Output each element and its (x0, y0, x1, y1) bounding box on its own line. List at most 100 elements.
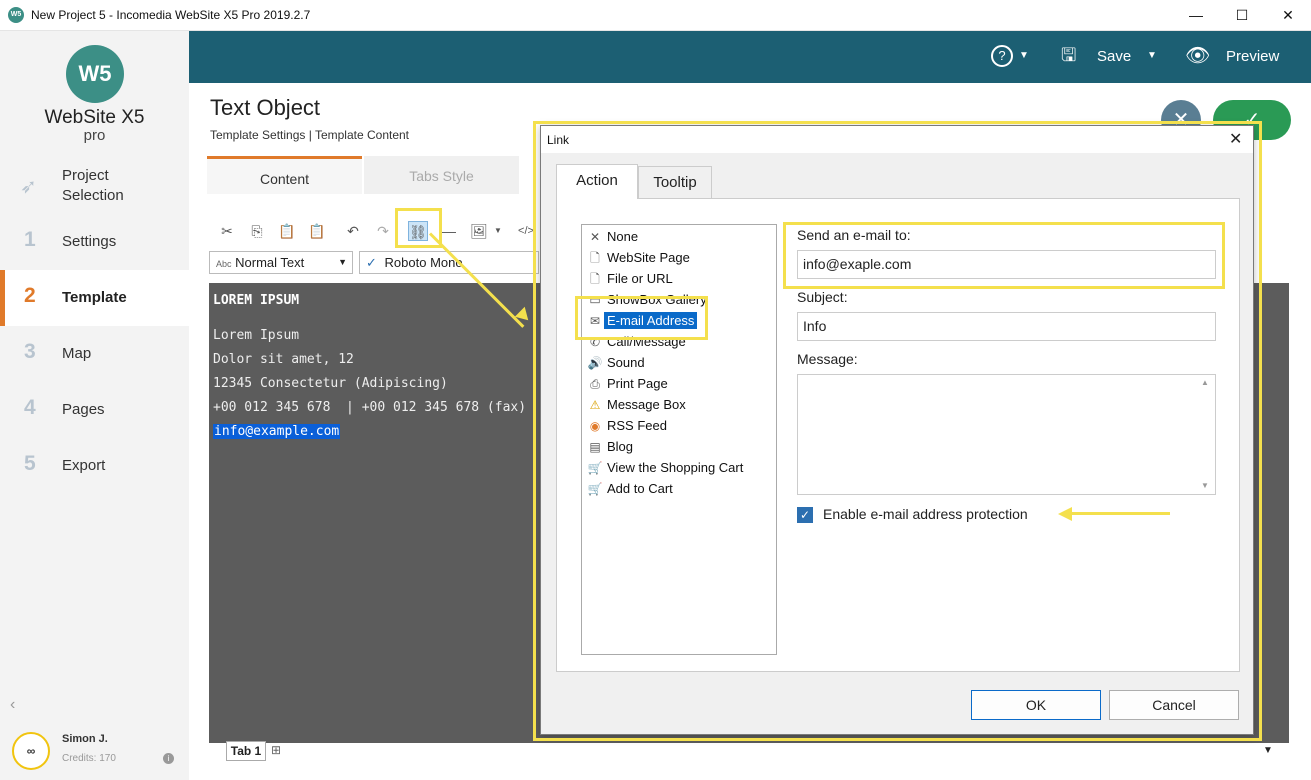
gallery-icon: ▭ (589, 293, 601, 307)
list-item[interactable]: ▤ Blog (586, 437, 636, 457)
user-credits: Credits: 170 (62, 753, 116, 764)
tab-tabs-style[interactable]: Tabs Style (364, 156, 519, 194)
tab-content[interactable]: Content (207, 156, 362, 194)
window-titlebar: W5 New Project 5 - Incomedia WebSite X5 … (0, 0, 1311, 31)
logo-subtext: pro (83, 127, 106, 144)
copy-icon[interactable]: ⎘ (247, 221, 267, 241)
editor-line: Dolor sit amet, 12 (213, 352, 354, 367)
scroll-up-icon[interactable]: ▲ (1201, 378, 1209, 387)
warning-icon: ⚠ (589, 398, 601, 412)
tab-tooltip[interactable]: Tooltip (638, 166, 712, 198)
add-tab-icon[interactable]: ⊞ (271, 743, 281, 757)
preview-button[interactable]: Preview (1226, 48, 1279, 65)
tab-1[interactable]: Tab 1 (226, 741, 266, 761)
undo-icon[interactable]: ↶ (343, 221, 363, 241)
help-icon[interactable]: ? (991, 45, 1013, 67)
save-icon[interactable]: 🖫 (1061, 43, 1076, 73)
sidebar: W5 WebSite X5 pro ➶ Project Selection 1 … (0, 31, 189, 780)
image-icon[interactable]: 🖼 (469, 221, 489, 241)
maximize-button[interactable]: ☐ (1219, 0, 1265, 31)
sidebar-item-export[interactable]: 5 Export (0, 438, 189, 494)
list-item[interactable]: ▭ ShowBox Gallery (586, 290, 710, 310)
dialog-titlebar: Link ✕ (541, 126, 1253, 153)
list-item-label: WebSite Page (607, 250, 690, 265)
send-to-label: Send an e-mail to: (797, 227, 911, 243)
list-item-label: Print Page (607, 376, 668, 391)
subject-label: Subject: (797, 289, 848, 305)
list-item[interactable]: ◉ RSS Feed (586, 416, 670, 436)
top-toolbar: ? ▼ 🖫 Save ▼ 👁 Preview (189, 31, 1311, 83)
file-icon: 🗋 (590, 272, 600, 286)
collapse-sidebar-icon[interactable]: ‹ (10, 696, 15, 714)
help-dropdown-icon[interactable]: ▼ (1019, 50, 1029, 61)
message-field[interactable]: ▲ ▼ (797, 374, 1216, 495)
email-field[interactable]: info@exaple.com (797, 250, 1216, 279)
logo-text: WebSite X5 (44, 107, 145, 128)
link-dialog: Link ✕ Action Tooltip ✕ None 🗋 WebSite Pag… (540, 125, 1254, 735)
link-icon[interactable]: ⛓ (408, 221, 428, 241)
email-protection-checkbox[interactable]: ✓ (797, 507, 813, 523)
email-protection-label: Enable e-mail address protection (823, 506, 1028, 522)
rss-icon: ◉ (589, 419, 601, 433)
list-item-label: Blog (607, 439, 634, 454)
sidebar-item-label: Template (62, 289, 127, 306)
editor-line: +00 012 345 678 | +00 012 345 678 (fax) (213, 400, 527, 415)
sidebar-item-settings[interactable]: 1 Settings (0, 214, 189, 270)
save-dropdown-icon[interactable]: ▼ (1147, 50, 1157, 61)
scroll-down-icon[interactable]: ▼ (1201, 481, 1209, 490)
add-to-cart-icon: 🛒 (587, 482, 603, 496)
paste-icon[interactable]: 📋 (277, 221, 297, 241)
step-number: 4 (24, 396, 36, 419)
sidebar-item-pages[interactable]: 4 Pages (0, 382, 189, 438)
subject-field[interactable]: Info (797, 312, 1216, 341)
horizontal-line-icon[interactable]: — (439, 221, 459, 241)
close-icon[interactable]: ✕ (1229, 129, 1242, 149)
ok-button[interactable]: OK (971, 690, 1101, 720)
sidebar-item-template[interactable]: 2 Template (0, 270, 189, 326)
code-icon[interactable]: </> (516, 221, 536, 241)
avatar[interactable]: ∞ (12, 732, 50, 770)
breadcrumb[interactable]: Template Settings | Template Content (210, 128, 409, 142)
cart-icon: 🛒 (587, 461, 603, 475)
app-icon: W5 (8, 7, 24, 23)
step-number: 3 (24, 340, 36, 363)
list-item[interactable]: 🔊 Sound (586, 353, 648, 373)
list-item-label: E-mail Address (604, 312, 698, 329)
paste-text-icon[interactable]: 📋 (307, 221, 327, 241)
redo-icon[interactable]: ↷ (373, 221, 393, 241)
list-item[interactable]: ✆ Call/Message (586, 332, 689, 352)
sidebar-item-label: Map (62, 345, 92, 362)
list-item[interactable]: 🛒 View the Shopping Cart (586, 458, 746, 478)
list-item-label: Message Box (607, 397, 686, 412)
list-item-label: View the Shopping Cart (607, 460, 744, 475)
minimize-button[interactable]: — (1173, 0, 1219, 31)
image-dropdown-icon[interactable]: ▼ (488, 221, 508, 241)
list-item[interactable]: 🛒 Add to Cart (586, 479, 676, 499)
sidebar-item-label: Settings (62, 233, 117, 250)
page-title: Text Object (210, 95, 321, 120)
sidebar-item-project-selection[interactable]: ➶ Project Selection (0, 158, 189, 214)
save-button[interactable]: Save (1097, 48, 1131, 65)
close-window-button[interactable]: ✕ (1265, 0, 1311, 31)
cut-icon[interactable]: ✂ (217, 221, 237, 241)
list-item-selected[interactable]: ✉ E-mail Address (586, 311, 698, 331)
list-item-label: Add to Cart (607, 481, 673, 496)
list-item[interactable]: ✕ None (586, 227, 641, 247)
step-number: 1 (24, 228, 36, 251)
logo-icon: W5 (66, 45, 124, 103)
tab-action[interactable]: Action (556, 164, 638, 199)
sidebar-item-label: Export (62, 457, 106, 474)
info-icon[interactable]: i (163, 753, 174, 764)
window-title: New Project 5 - Incomedia WebSite X5 Pro… (31, 8, 311, 22)
sidebar-item-label: Project Selection (62, 167, 124, 204)
list-item[interactable]: 🗋 File or URL (586, 269, 676, 289)
sidebar-item-map[interactable]: 3 Map (0, 326, 189, 382)
list-item[interactable]: ⎙ Print Page (586, 374, 671, 394)
list-item[interactable]: ⚠ Message Box (586, 395, 689, 415)
action-panel: ✕ None 🗋 WebSite Page 🗋 File or URL ▭ ShowBo… (556, 198, 1240, 672)
cancel-button[interactable]: Cancel (1109, 690, 1239, 720)
list-item[interactable]: 🗋 WebSite Page (586, 248, 693, 268)
chevron-down-icon[interactable]: ▼ (1263, 745, 1273, 756)
editor-line: LOREM IPSUM (213, 293, 300, 308)
paragraph-style-select[interactable]: Abc Normal Text ▼ (209, 251, 353, 274)
